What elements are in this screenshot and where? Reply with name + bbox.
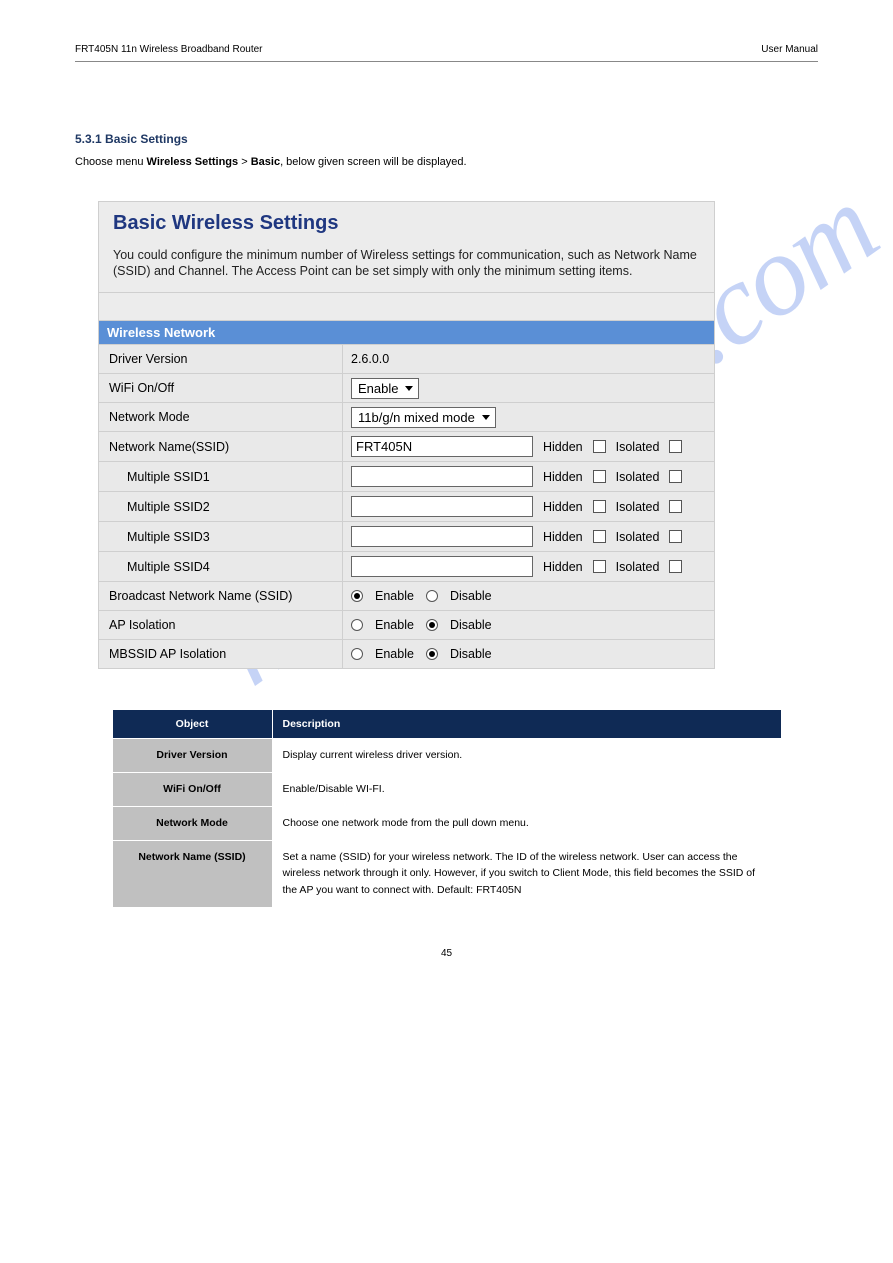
ssid-isolated-checkbox[interactable]	[669, 440, 682, 453]
mssid4-isolated-checkbox[interactable]	[669, 560, 682, 573]
row-mssid1: Multiple SSID1 Hidden Isolated	[99, 462, 714, 492]
label-mssid4: Multiple SSID4	[99, 552, 343, 581]
intro-suffix: , below given screen will be displayed.	[280, 156, 467, 168]
broadcast-disable-label: Disable	[450, 589, 492, 603]
def-row-driver: Driver Version Display current wireless …	[112, 739, 781, 773]
mssid2-isolated-label: Isolated	[616, 500, 660, 514]
mbssid-enable-label: Enable	[375, 647, 414, 661]
mssid3-hidden-checkbox[interactable]	[593, 530, 606, 543]
broadcast-enable-radio[interactable]	[351, 590, 363, 602]
label-mssid2: Multiple SSID2	[99, 492, 343, 521]
row-wifi-onoff: WiFi On/Off Enable	[99, 374, 714, 403]
row-mssid4: Multiple SSID4 Hidden Isolated	[99, 552, 714, 582]
settings-panel: Basic Wireless Settings You could config…	[98, 201, 715, 670]
mbssid-enable-radio[interactable]	[351, 648, 363, 660]
mssid2-isolated-checkbox[interactable]	[669, 500, 682, 513]
section-title: 5.3.1 Basic Settings	[75, 132, 818, 146]
broadcast-enable-label: Enable	[375, 589, 414, 603]
def-val-driver: Display current wireless driver version.	[272, 739, 781, 773]
mssid1-hidden-label: Hidden	[543, 470, 583, 484]
def-header-row: Object Description	[112, 710, 781, 739]
value-driver-version: 2.6.0.0	[343, 345, 714, 373]
label-mssid3: Multiple SSID3	[99, 522, 343, 551]
section-intro: Choose menu Wireless Settings > Basic, b…	[75, 154, 818, 171]
mssid2-hidden-label: Hidden	[543, 500, 583, 514]
broadcast-disable-radio[interactable]	[426, 590, 438, 602]
def-row-ssid: Network Name (SSID) Set a name (SSID) fo…	[112, 840, 781, 907]
mssid4-isolated-label: Isolated	[616, 560, 660, 574]
def-val-mode: Choose one network mode from the pull do…	[272, 806, 781, 840]
ssid-isolated-label: Isolated	[616, 440, 660, 454]
ssid-hidden-checkbox[interactable]	[593, 440, 606, 453]
mssid2-input[interactable]	[351, 496, 533, 517]
mssid1-isolated-checkbox[interactable]	[669, 470, 682, 483]
header-divider	[75, 61, 818, 62]
ap-enable-label: Enable	[375, 618, 414, 632]
intro-bold1: Wireless Settings	[147, 156, 239, 168]
row-mssid2: Multiple SSID2 Hidden Isolated	[99, 492, 714, 522]
row-ssid: Network Name(SSID) Hidden Isolated	[99, 432, 714, 462]
label-broadcast-ssid: Broadcast Network Name (SSID)	[99, 582, 343, 610]
label-driver-version: Driver Version	[99, 345, 343, 373]
label-wifi-onoff: WiFi On/Off	[99, 374, 343, 402]
def-key-ssid: Network Name (SSID)	[112, 840, 272, 907]
label-ap-isolation: AP Isolation	[99, 611, 343, 639]
mssid3-isolated-label: Isolated	[616, 530, 660, 544]
ap-enable-radio[interactable]	[351, 619, 363, 631]
def-key-wifi: WiFi On/Off	[112, 773, 272, 807]
page-header: FRT405N 11n Wireless Broadband Router Us…	[75, 44, 818, 55]
mssid4-hidden-checkbox[interactable]	[593, 560, 606, 573]
row-driver-version: Driver Version 2.6.0.0	[99, 345, 714, 374]
def-row-wifi: WiFi On/Off Enable/Disable WI-FI.	[112, 773, 781, 807]
label-ssid: Network Name(SSID)	[99, 432, 343, 461]
ap-disable-radio[interactable]	[426, 619, 438, 631]
label-mssid1: Multiple SSID1	[99, 462, 343, 491]
panel-title: Basic Wireless Settings	[113, 212, 700, 235]
mssid3-isolated-checkbox[interactable]	[669, 530, 682, 543]
intro-bold2: Basic	[251, 156, 280, 168]
mssid3-input[interactable]	[351, 526, 533, 547]
ap-disable-label: Disable	[450, 618, 492, 632]
row-ap-isolation: AP Isolation Enable Disable	[99, 611, 714, 640]
def-val-wifi: Enable/Disable WI-FI.	[272, 773, 781, 807]
mssid1-input[interactable]	[351, 466, 533, 487]
def-val-ssid: Set a name (SSID) for your wireless netw…	[272, 840, 781, 907]
mbssid-disable-radio[interactable]	[426, 648, 438, 660]
wifi-select-wrap[interactable]: Enable	[351, 381, 419, 396]
wifi-select[interactable]: Enable	[351, 378, 419, 399]
mssid1-isolated-label: Isolated	[616, 470, 660, 484]
mode-select[interactable]: 11b/g/n mixed mode	[351, 407, 496, 428]
mssid1-hidden-checkbox[interactable]	[593, 470, 606, 483]
mssid4-hidden-label: Hidden	[543, 560, 583, 574]
def-key-mode: Network Mode	[112, 806, 272, 840]
row-network-mode: Network Mode 11b/g/n mixed mode	[99, 403, 714, 432]
intro-mid: >	[238, 156, 251, 168]
header-right: User Manual	[761, 44, 818, 55]
mssid4-input[interactable]	[351, 556, 533, 577]
def-header-object: Object	[112, 710, 272, 739]
def-row-mode: Network Mode Choose one network mode fro…	[112, 806, 781, 840]
def-header-desc: Description	[272, 710, 781, 739]
header-left: FRT405N 11n Wireless Broadband Router	[75, 44, 263, 55]
row-mssid3: Multiple SSID3 Hidden Isolated	[99, 522, 714, 552]
ssid-input[interactable]	[351, 436, 533, 457]
mbssid-disable-label: Disable	[450, 647, 492, 661]
panel-header: Basic Wireless Settings You could config…	[99, 202, 714, 294]
wireless-network-header: Wireless Network	[99, 321, 714, 345]
panel-gap	[99, 293, 714, 321]
panel-desc: You could configure the minimum number o…	[113, 247, 700, 281]
label-mbssid-isolation: MBSSID AP Isolation	[99, 640, 343, 668]
def-key-driver: Driver Version	[112, 739, 272, 773]
row-broadcast-ssid: Broadcast Network Name (SSID) Enable Dis…	[99, 582, 714, 611]
label-network-mode: Network Mode	[99, 403, 343, 431]
definition-table: Object Description Driver Version Displa…	[112, 709, 782, 908]
intro-prefix: Choose menu	[75, 156, 147, 168]
row-mbssid-isolation: MBSSID AP Isolation Enable Disable	[99, 640, 714, 668]
mssid2-hidden-checkbox[interactable]	[593, 500, 606, 513]
mssid3-hidden-label: Hidden	[543, 530, 583, 544]
mode-select-wrap[interactable]: 11b/g/n mixed mode	[351, 410, 496, 425]
page-number: 45	[75, 948, 818, 959]
ssid-hidden-label: Hidden	[543, 440, 583, 454]
